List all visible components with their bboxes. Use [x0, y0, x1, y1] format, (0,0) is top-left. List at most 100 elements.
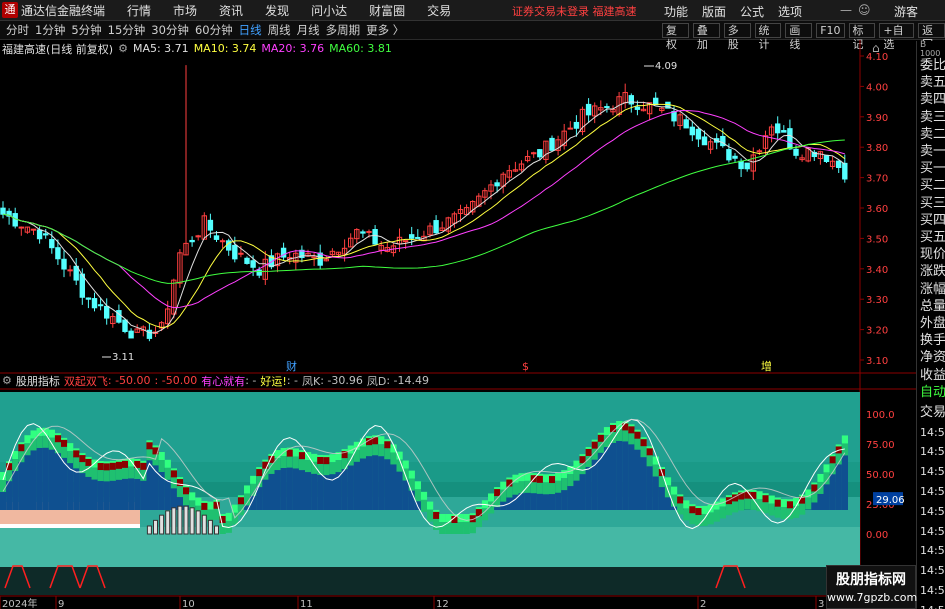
candle-body — [738, 160, 744, 170]
candle-body — [256, 269, 262, 276]
trade-login-warning[interactable]: 证券交易未登录 福建高速 — [512, 3, 637, 19]
side-item-17[interactable]: 净资 — [920, 350, 945, 366]
side-bottom-item-5[interactable]: 14:56 — [920, 484, 945, 500]
side-item-8[interactable]: 买三 — [920, 196, 945, 212]
side-bottom-item-9[interactable]: 14:56 — [920, 563, 945, 579]
bar-green — [67, 451, 74, 464]
side-bottom-item-2[interactable]: 14:56 — [920, 425, 945, 441]
menu-ask-xiaoda[interactable]: 问小达 — [311, 2, 347, 19]
side-bottom-item-3[interactable]: 14:56 — [920, 444, 945, 460]
add-watchlist-button[interactable]: +自选 — [879, 23, 915, 51]
side-item-1[interactable]: 卖五 — [920, 75, 945, 91]
side-item-5[interactable]: 卖一 — [920, 144, 945, 160]
side-bottom-item-0[interactable]: 自动 — [920, 385, 945, 401]
candle-body — [43, 233, 49, 236]
top-menu-bar: 通 通达信金融终端 行情 市场 资讯 发现 问小达 财富圈 交易 证券交易未登录… — [0, 0, 945, 21]
period-5min[interactable]: 5分钟 — [71, 22, 101, 38]
low-price-label: 3.11 — [112, 352, 134, 363]
period-60min[interactable]: 60分钟 — [195, 22, 233, 38]
bar-green — [158, 460, 165, 473]
period-30min[interactable]: 30分钟 — [151, 22, 189, 38]
bar-red — [122, 460, 129, 468]
menu-functions[interactable]: 功能 — [664, 3, 688, 20]
side-bottom-item-8[interactable]: 14:56 — [920, 543, 945, 559]
side-bottom-item-11[interactable]: 14:56 — [920, 603, 945, 609]
period-daily[interactable]: 日线 — [239, 22, 262, 38]
indicator-name[interactable]: 股朋指标 — [16, 373, 60, 389]
side-item-16[interactable]: 换手 — [920, 333, 945, 349]
indicator-gear-icon[interactable]: ⚙ — [2, 374, 12, 387]
user-icon[interactable]: ☺ — [858, 3, 871, 17]
bar-green — [725, 503, 733, 516]
x-axis-label: 3 — [818, 599, 824, 609]
side-item-11[interactable]: 现价 — [920, 247, 945, 263]
menu-market[interactable]: 市场 — [173, 2, 197, 19]
f10-button[interactable]: F10 — [816, 23, 845, 38]
side-item-10[interactable]: 买五 — [920, 230, 945, 246]
side-item-18[interactable]: 收益 — [920, 368, 945, 384]
bar-lightgreen — [457, 514, 464, 522]
bar-green — [6, 469, 13, 482]
period-monthly[interactable]: 月线 — [297, 22, 320, 38]
side-item-9[interactable]: 买四 — [920, 213, 945, 229]
price-tick-label: 3.30 — [866, 295, 888, 306]
bar-lightgreen — [195, 497, 202, 506]
menu-trade[interactable]: 交易 — [427, 2, 451, 19]
side-bottom-item-10[interactable]: 14:56 — [920, 583, 945, 599]
bar-red — [585, 448, 592, 456]
side-item-2[interactable]: 卖四 — [920, 92, 945, 108]
bar-red — [786, 501, 794, 509]
period-multi[interactable]: 多周期 — [326, 22, 361, 38]
menu-wealth-circle[interactable]: 财富圈 — [369, 2, 405, 19]
side-bottom-item-6[interactable]: 14:56 — [920, 504, 945, 520]
minimize-icon[interactable]: — — [840, 3, 852, 17]
indicator-tick-label: 75.00 — [866, 440, 895, 451]
side-item-12[interactable]: 涨跌 — [920, 264, 945, 280]
statistics-button[interactable]: 统计 — [754, 23, 782, 51]
period-1min[interactable]: 1分钟 — [35, 22, 65, 38]
bar-lightgreen — [158, 452, 165, 461]
side-item-15[interactable]: 外盘 — [920, 316, 945, 332]
side-item-0[interactable]: 委比 — [920, 58, 945, 74]
candle-body — [97, 304, 104, 307]
guest-label[interactable]: 游客 — [894, 3, 918, 20]
indicator-band — [0, 567, 860, 595]
menu-formula[interactable]: 公式 — [740, 3, 764, 20]
bar-green — [689, 512, 696, 525]
back-button[interactable]: 返回 — [918, 23, 945, 51]
menu-quotes[interactable]: 行情 — [127, 2, 151, 19]
adjust-button[interactable]: 复权 — [662, 23, 689, 51]
candle-body — [585, 103, 592, 116]
mark-button[interactable]: 标记 — [848, 23, 876, 51]
indicator-item: : - — [286, 374, 298, 387]
bar-lightgreen — [207, 501, 214, 510]
side-bottom-item-1[interactable]: 交易 — [920, 405, 945, 421]
bar-red — [85, 458, 92, 466]
side-item-7[interactable]: 买二 — [920, 178, 945, 194]
menu-options[interactable]: 选项 — [778, 3, 802, 20]
menu-layout[interactable]: 版面 — [702, 3, 726, 20]
bar-green — [738, 498, 745, 511]
side-bottom-item-4[interactable]: 14:56 — [920, 464, 945, 480]
period-intraday[interactable]: 分时 — [6, 22, 29, 38]
period-more[interactable]: 更多 〉 — [366, 22, 404, 38]
period-15min[interactable]: 15分钟 — [108, 22, 146, 38]
side-item-13[interactable]: 涨幅 — [920, 282, 945, 298]
side-bottom-item-7[interactable]: 14:56 — [920, 524, 945, 540]
side-item-3[interactable]: 卖三 — [920, 110, 945, 126]
bar-red — [744, 491, 751, 499]
bar-lightgreen — [408, 470, 415, 479]
bar-green — [774, 505, 781, 518]
draw-line-button[interactable]: 画线 — [785, 23, 813, 51]
side-item-4[interactable]: 卖二 — [920, 127, 945, 143]
bar-red — [762, 495, 769, 503]
overlay-button[interactable]: 叠加 — [692, 23, 720, 51]
menu-news[interactable]: 资讯 — [219, 2, 243, 19]
kline-chart[interactable]: 4.10 4.00 3.90 3.80 3.70 3.60 3.50 3.40 3.30 3.20… — [0, 40, 916, 609]
side-item-14[interactable]: 总量 — [920, 299, 945, 315]
menu-discover[interactable]: 发现 — [265, 2, 289, 19]
multi-stock-button[interactable]: 多股 — [723, 23, 751, 51]
side-item-6[interactable]: 买一 — [920, 161, 945, 177]
period-weekly[interactable]: 周线 — [268, 22, 291, 38]
bar-lightgreen — [841, 435, 848, 444]
